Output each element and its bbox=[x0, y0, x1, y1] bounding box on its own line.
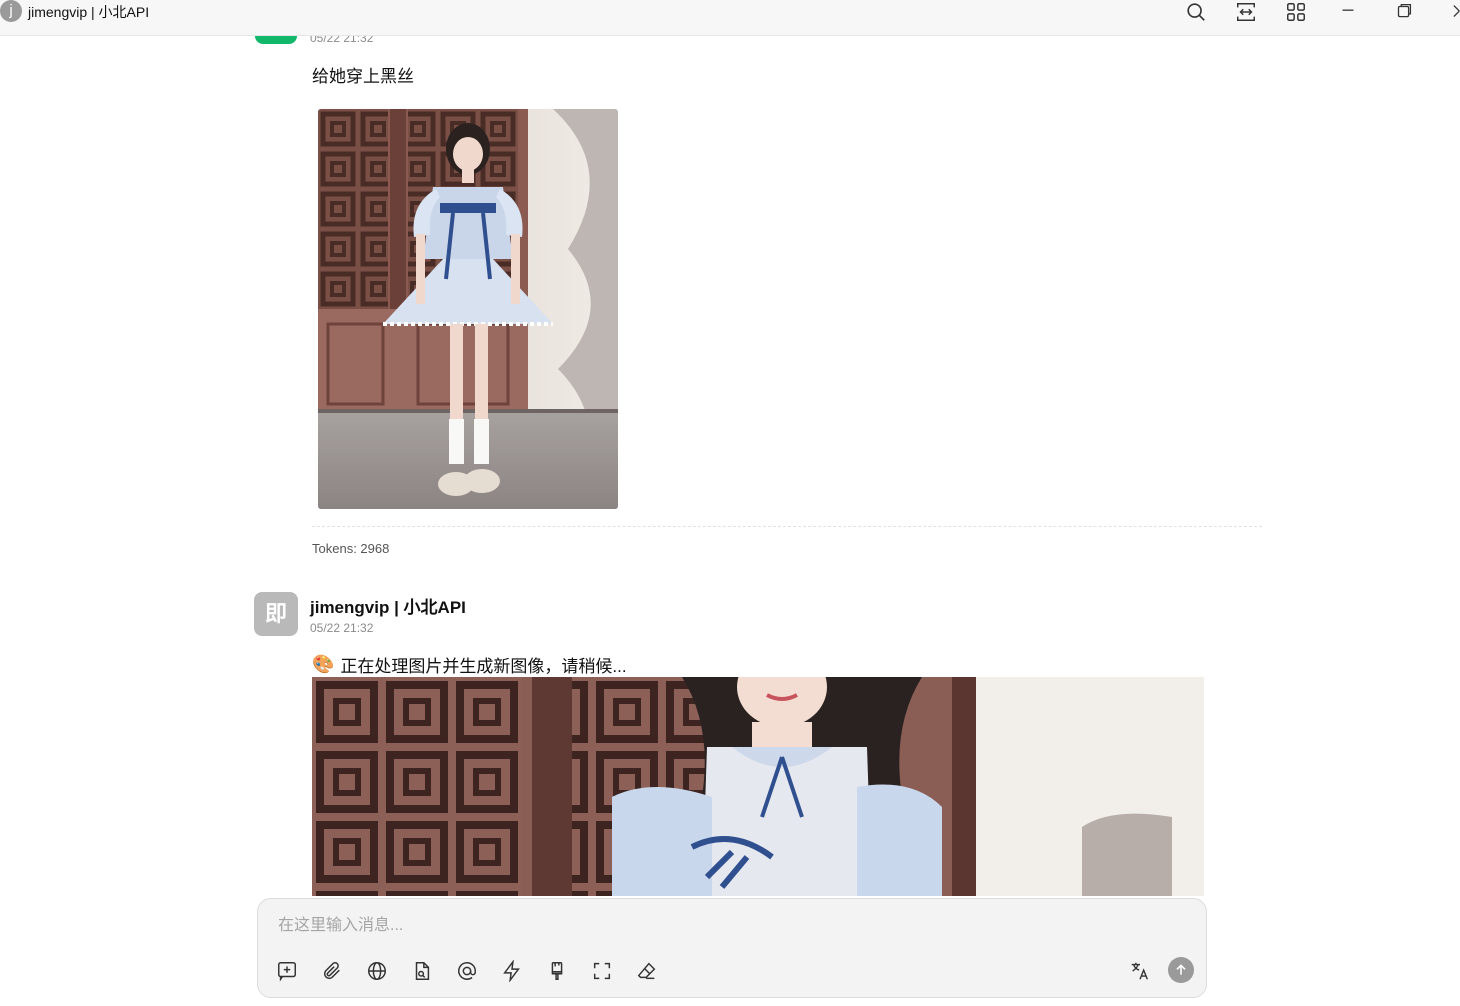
window-title: jimengvip | 小北API bbox=[28, 4, 150, 20]
web-search-icon[interactable] bbox=[365, 959, 389, 983]
bot-name: jimengvip | 小北API bbox=[310, 598, 466, 617]
close-icon[interactable] bbox=[1444, 0, 1460, 24]
message-input[interactable] bbox=[276, 913, 1076, 939]
search-icon[interactable] bbox=[1184, 0, 1208, 24]
fullscreen-icon[interactable] bbox=[590, 959, 614, 983]
bot-avatar: 即 bbox=[254, 592, 298, 636]
app-avatar: j bbox=[0, 0, 22, 22]
eraser-icon[interactable] bbox=[635, 959, 659, 983]
message-time: 05/22 21:32 bbox=[310, 621, 374, 635]
mention-icon[interactable] bbox=[455, 959, 479, 983]
file-icon[interactable] bbox=[410, 959, 434, 983]
screen-capture-icon[interactable] bbox=[1234, 0, 1258, 24]
message-composer bbox=[257, 898, 1207, 998]
user-avatar bbox=[255, 36, 297, 44]
chat-area[interactable]: 05/22 21:32 给她穿上黑丝 Tokens: 2968 即 jimeng… bbox=[0, 36, 1460, 896]
translate-icon[interactable] bbox=[1128, 959, 1152, 983]
token-count: Tokens: 2968 bbox=[312, 541, 390, 556]
palette-emoji-icon: 🎨 bbox=[312, 654, 335, 674]
brush-icon[interactable] bbox=[545, 959, 569, 983]
send-icon bbox=[1176, 964, 1186, 975]
restore-icon[interactable] bbox=[1392, 0, 1416, 24]
attachment-icon[interactable] bbox=[320, 959, 344, 983]
lightning-icon[interactable] bbox=[500, 959, 524, 983]
send-button[interactable] bbox=[1168, 957, 1194, 983]
message-image[interactable] bbox=[318, 109, 618, 509]
new-chat-icon[interactable] bbox=[275, 959, 299, 983]
apps-grid-icon[interactable] bbox=[1284, 0, 1308, 24]
message-status: 🎨 正在处理图片并生成新图像，请稍候... bbox=[312, 652, 627, 677]
message-time: 05/22 21:32 bbox=[310, 36, 374, 45]
message-text: 给她穿上黑丝 bbox=[312, 67, 414, 86]
title-bar: j jimengvip | 小北API bbox=[0, 0, 1460, 36]
message-image[interactable] bbox=[312, 677, 1204, 896]
divider bbox=[312, 526, 1262, 527]
message-text: 正在处理图片并生成新图像，请稍候... bbox=[340, 657, 627, 676]
minimize-icon[interactable] bbox=[1336, 0, 1360, 24]
